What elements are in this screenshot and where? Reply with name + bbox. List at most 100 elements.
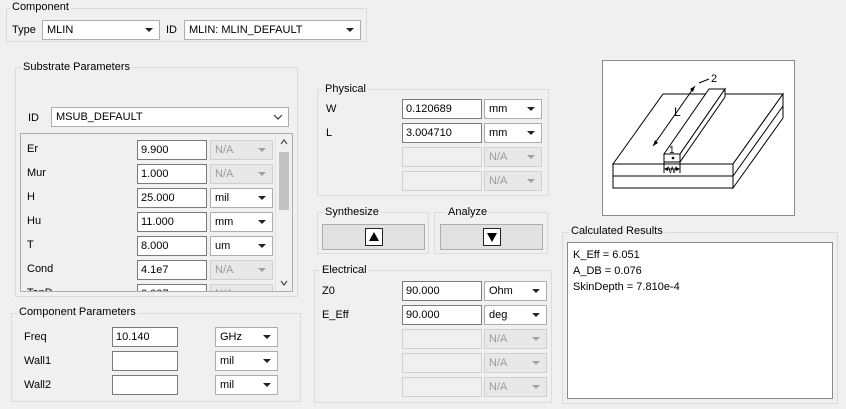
substrate-scrollbar[interactable] <box>275 134 292 291</box>
chevron-down-icon <box>527 131 535 135</box>
substrate-param-label: Mur <box>27 167 46 179</box>
chevron-down-icon <box>145 28 153 32</box>
physical-param-unit: N/A <box>484 171 542 191</box>
microstrip-line-illustration: 2 L 1 W <box>612 73 784 190</box>
synthesize-button[interactable] <box>322 224 425 250</box>
chevron-down-icon <box>263 359 271 363</box>
component-param-unit-value: GHz <box>220 331 242 343</box>
electrical-param-value[interactable]: 90.000 <box>402 281 482 301</box>
substrate-param-value[interactable]: 4.1e7 <box>137 260 207 280</box>
chevron-down-icon <box>527 107 535 111</box>
physical-param-label: W <box>326 103 337 115</box>
component-id-label: ID <box>166 24 177 36</box>
physical-param-label: L <box>326 127 333 139</box>
component-param-value[interactable] <box>112 375 178 395</box>
physical-param-value <box>402 171 482 191</box>
diagram-label-L: L <box>674 105 681 119</box>
chevron-down-icon <box>532 289 540 293</box>
component-id-select-value: MLIN: MLIN_DEFAULT <box>189 24 303 36</box>
chevron-down-icon <box>527 155 535 159</box>
component-id-select[interactable]: MLIN: MLIN_DEFAULT <box>184 20 361 40</box>
electrical-param-unit[interactable]: deg <box>484 305 547 325</box>
synthesize-title: Synthesize <box>323 206 381 218</box>
physical-param-unit[interactable]: mm <box>484 99 542 119</box>
electrical-param-unit[interactable]: Ohm <box>484 281 547 301</box>
results-textbox[interactable]: K_Eff = 6.051 A_DB = 0.076 SkinDepth = 7.8… <box>567 242 833 399</box>
chevron-down-icon <box>263 335 271 339</box>
component-param-unit[interactable]: mil <box>215 351 278 371</box>
physical-param-value[interactable]: 0.120689 <box>402 99 482 119</box>
substrate-param-value[interactable]: 11.000 <box>137 212 207 232</box>
substrate-title: Substrate Parameters <box>21 61 132 73</box>
substrate-param-value[interactable]: 25.000 <box>137 188 207 208</box>
chevron-down-icon <box>346 28 354 32</box>
substrate-param-unit-value: N/A <box>215 264 234 276</box>
substrate-param-value[interactable]: 1.000 <box>137 164 207 184</box>
electrical-param-label: E_Eff <box>322 309 349 321</box>
substrate-param-label: Hu <box>27 215 42 227</box>
substrate-id-label: ID <box>28 112 39 124</box>
substrate-param-unit-value: N/A <box>215 168 234 180</box>
substrate-param-list[interactable]: Er 9.900 N/A Mur 1.000 N/A H 25.000 mil Hu 11.000 m… <box>20 133 293 292</box>
electrical-param-unit: N/A <box>484 377 547 397</box>
electrical-param-value <box>402 377 482 397</box>
electrical-param-unit-value: N/A <box>489 333 508 345</box>
chevron-down-icon <box>258 244 266 248</box>
component-param-value[interactable]: 10.140 <box>112 327 178 347</box>
substrate-param-unit[interactable]: mil <box>210 188 273 208</box>
substrate-param-unit-value: N/A <box>215 288 233 291</box>
diagram-label-1: 1 <box>669 145 675 156</box>
chevron-down-icon <box>527 179 535 183</box>
substrate-param-label: T <box>27 239 34 251</box>
physical-param-unit-value: N/A <box>489 151 508 163</box>
electrical-title: Electrical <box>320 264 369 276</box>
electrical-param-value <box>402 353 482 373</box>
substrate-param-label: Er <box>27 143 38 155</box>
component-param-unit[interactable]: mil <box>215 375 278 395</box>
component-params-title: Component Parameters <box>17 306 138 318</box>
component-title: Component <box>10 1 71 13</box>
physical-param-value[interactable]: 3.004710 <box>402 123 482 143</box>
chevron-down-icon <box>258 220 266 224</box>
component-param-label: Freq <box>24 331 47 343</box>
substrate-param-unit: N/A <box>210 284 273 291</box>
substrate-param-value[interactable]: 0.007 <box>137 284 207 291</box>
analyze-button[interactable] <box>440 224 543 250</box>
scroll-up-icon[interactable] <box>280 138 288 146</box>
substrate-param-value[interactable]: 9.900 <box>137 140 207 160</box>
substrate-param-unit: N/A <box>210 140 273 160</box>
chevron-down-icon <box>258 268 266 272</box>
substrate-param-label: Cond <box>27 263 54 275</box>
scroll-down-icon[interactable] <box>280 279 288 287</box>
results-title: Calculated Results <box>569 225 665 237</box>
substrate-param-unit: N/A <box>210 260 273 280</box>
physical-param-unit-value: mm <box>489 103 508 115</box>
electrical-param-unit-value: deg <box>489 309 508 321</box>
electrical-param-unit: N/A <box>484 329 547 349</box>
substrate-param-unit[interactable]: mm <box>210 212 273 232</box>
chevron-down-icon <box>273 114 283 120</box>
substrate-id-select[interactable]: MSUB_DEFAULT <box>51 107 289 127</box>
result-line: A_DB = 0.076 <box>573 265 642 277</box>
substrate-param-value[interactable]: 8.000 <box>137 236 207 256</box>
type-label: Type <box>12 24 36 36</box>
substrate-param-unit-value: mil <box>215 192 230 204</box>
chevron-down-icon <box>532 313 540 317</box>
substrate-param-unit[interactable]: um <box>210 236 273 256</box>
result-line: K_Eff = 6.051 <box>573 249 640 261</box>
scroll-thumb[interactable] <box>279 152 289 210</box>
chevron-down-icon <box>532 337 540 341</box>
type-select[interactable]: MLIN <box>42 20 160 40</box>
up-triangle-icon <box>364 228 383 246</box>
down-triangle-icon <box>482 228 501 246</box>
substrate-param-unit: N/A <box>210 164 273 184</box>
diagram-label-W: W <box>668 165 677 175</box>
physical-param-unit-value: N/A <box>489 175 508 187</box>
physical-param-unit[interactable]: mm <box>484 123 542 143</box>
electrical-param-label: Z0 <box>322 285 335 297</box>
component-param-value[interactable] <box>112 351 178 371</box>
electrical-param-value[interactable]: 90.000 <box>402 305 482 325</box>
component-param-unit[interactable]: GHz <box>215 327 278 347</box>
component-param-label: Wall1 <box>24 355 52 367</box>
substrate-param-unit-value: N/A <box>215 144 234 156</box>
